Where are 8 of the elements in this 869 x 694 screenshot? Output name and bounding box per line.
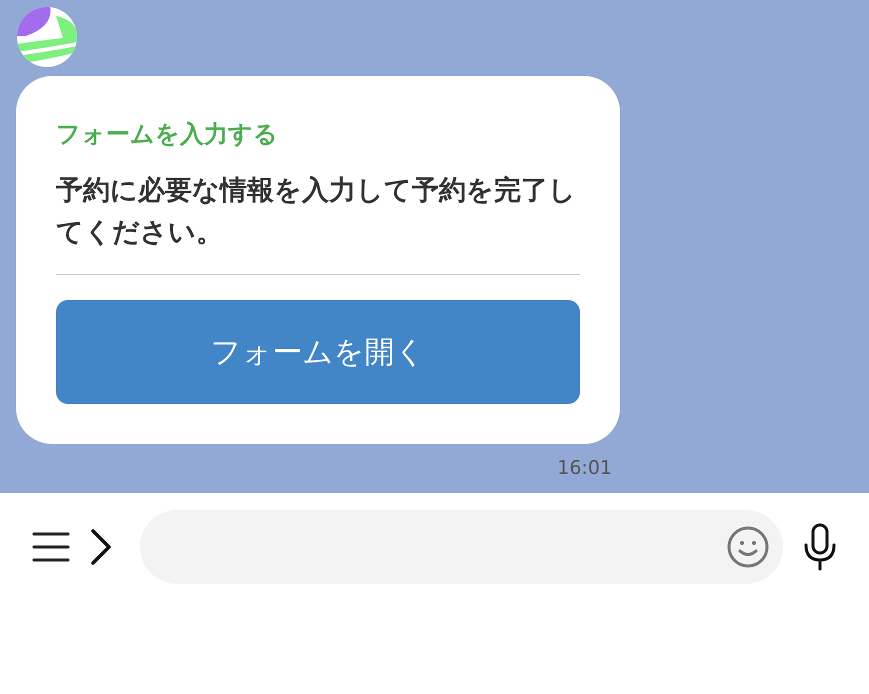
microphone-icon[interactable] [803, 522, 837, 570]
menu-icon[interactable] [32, 530, 70, 564]
emoji-icon[interactable] [727, 526, 769, 568]
message-title: フォームを入力する [56, 119, 279, 150]
chevron-right-icon[interactable] [90, 528, 112, 566]
open-form-button[interactable]: フォームを開く [56, 300, 580, 404]
message-time: 16:01 [557, 457, 612, 479]
message-text: 予約に必要な情報を入力して予約を完了してください。 [56, 174, 577, 250]
